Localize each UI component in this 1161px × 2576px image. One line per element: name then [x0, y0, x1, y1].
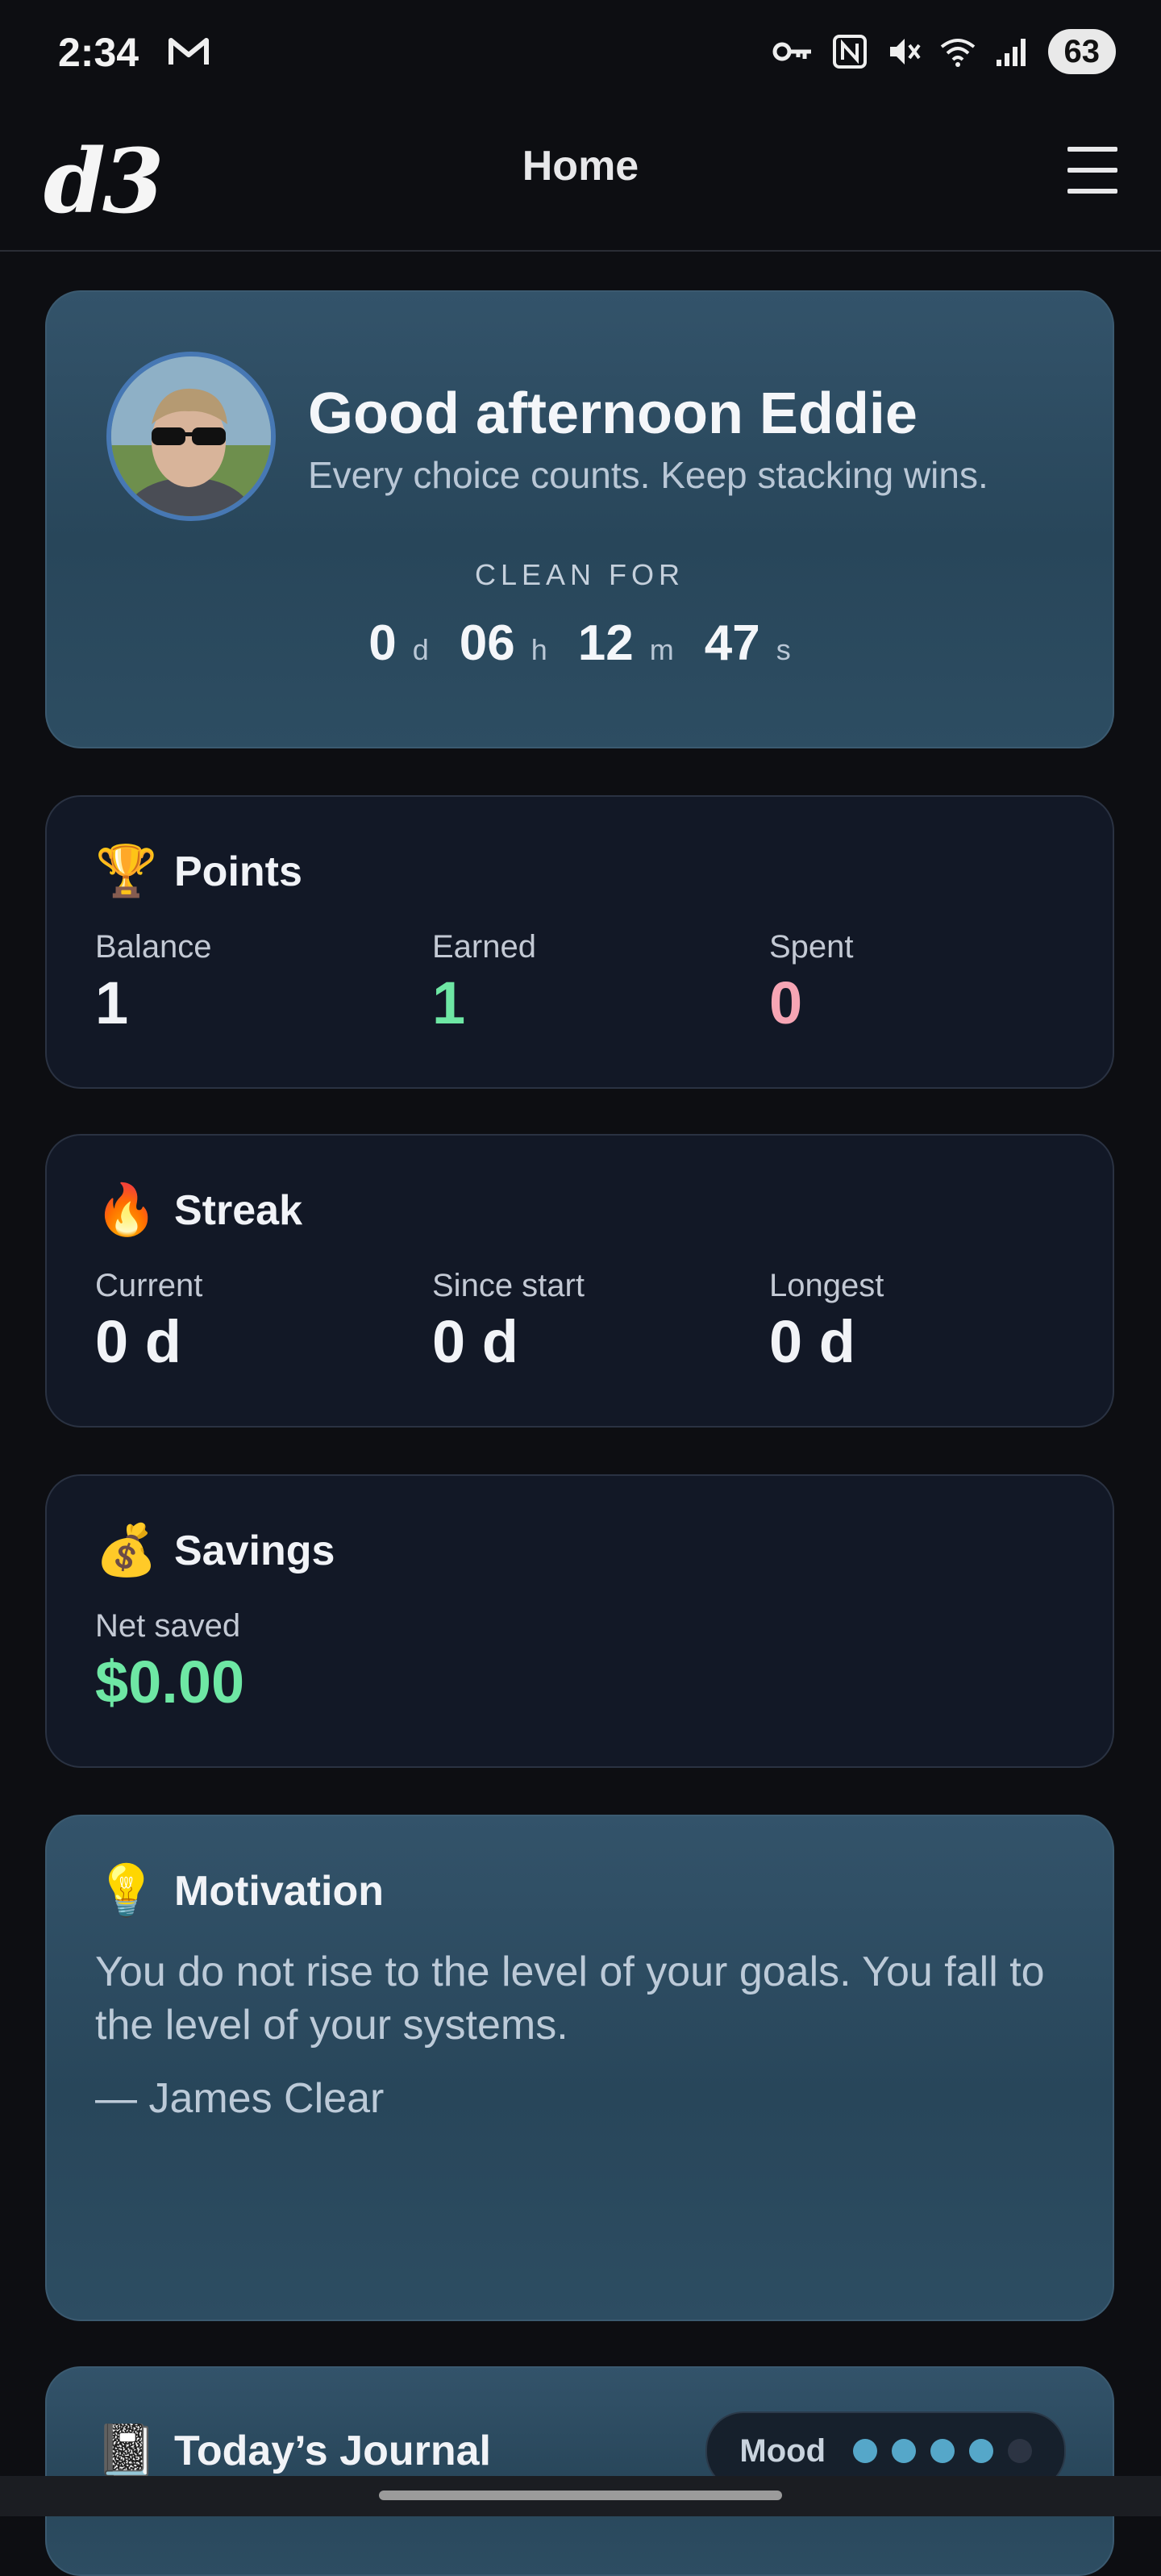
timer-hours-unit: h	[531, 633, 547, 666]
net-saved-label: Net saved	[95, 1608, 241, 1644]
home-indicator[interactable]	[379, 2491, 782, 2500]
mood-dot[interactable]	[969, 2439, 993, 2463]
timer-seconds-unit: s	[776, 633, 791, 666]
hamburger-menu-icon[interactable]	[1067, 147, 1117, 195]
key-icon	[772, 42, 811, 61]
timer-minutes: 12	[577, 615, 634, 671]
points-title: Points	[174, 848, 302, 895]
timer-minutes-unit: m	[649, 633, 674, 666]
greeting-card: Good afternoon Eddie Every choice counts…	[45, 290, 1114, 748]
current-value: 0 d	[95, 1308, 181, 1375]
status-time: 2:34	[58, 30, 139, 75]
avatar[interactable]	[106, 352, 276, 521]
mute-icon	[889, 39, 921, 65]
streak-title: Streak	[174, 1186, 302, 1234]
journal-card[interactable]: 📓 Today’s Journal Mood	[45, 2366, 1114, 2576]
system-nav-bar	[0, 2476, 1161, 2516]
current-label: Current	[95, 1268, 203, 1303]
mood-dot[interactable]	[930, 2439, 955, 2463]
clean-timer: 0 d 06 h 12 m 47 s	[47, 615, 1113, 672]
longest-label: Longest	[769, 1268, 884, 1303]
since-start-label: Since start	[432, 1268, 585, 1303]
earned-label: Earned	[432, 929, 536, 965]
savings-net: Net saved $0.00	[95, 1608, 244, 1716]
points-spent: Spent 0	[769, 929, 854, 1037]
profile-photo	[111, 356, 271, 516]
savings-card[interactable]: 💰 Savings Net saved $0.00	[45, 1474, 1114, 1768]
streak-current: Current 0 d	[95, 1268, 202, 1376]
motivation-card: 💡 Motivation You do not rise to the leve…	[45, 1815, 1114, 2321]
nfc-icon	[832, 35, 867, 69]
timer-days: 0	[368, 615, 397, 671]
notebook-icon: 📓	[95, 2423, 158, 2478]
greeting-text: Good afternoon Eddie	[308, 381, 918, 446]
spent-value: 0	[769, 969, 803, 1036]
trophy-icon: 🏆	[95, 844, 158, 899]
timer-days-unit: d	[412, 633, 429, 666]
points-card[interactable]: 🏆 Points Balance 1 Earned 1 Spent 0	[45, 795, 1114, 1089]
streak-longest: Longest 0 d	[769, 1268, 884, 1376]
timer-hours: 06	[459, 615, 515, 671]
net-saved-value: $0.00	[95, 1649, 245, 1715]
motivation-quote: You do not rise to the level of your goa…	[95, 1949, 1045, 2049]
app-bar: d3 Home	[0, 105, 1161, 252]
lightbulb-icon: 💡	[95, 1863, 158, 1919]
motivation-author: — James Clear	[95, 2075, 385, 2122]
status-bar: 2:34 63	[0, 0, 1161, 105]
balance-label: Balance	[95, 929, 212, 965]
mood-dot[interactable]	[892, 2439, 916, 2463]
signal-icon	[996, 39, 1026, 66]
motivation-title: Motivation	[174, 1867, 384, 1915]
mood-label: Mood	[739, 2432, 826, 2469]
mood-dot[interactable]	[853, 2439, 877, 2463]
wifi-icon	[940, 39, 975, 67]
battery-indicator: 63	[1047, 29, 1116, 74]
money-bag-icon: 💰	[95, 1523, 158, 1578]
points-earned: Earned 1	[432, 929, 536, 1037]
earned-value: 1	[432, 969, 466, 1036]
mood-dot[interactable]	[1008, 2439, 1032, 2463]
clean-for-label: CLEAN FOR	[474, 558, 685, 591]
points-balance: Balance 1	[95, 929, 212, 1037]
spent-label: Spent	[769, 929, 854, 965]
longest-value: 0 d	[769, 1308, 855, 1375]
savings-title: Savings	[174, 1527, 335, 1574]
since-start-value: 0 d	[432, 1308, 518, 1375]
fire-icon: 🔥	[95, 1182, 158, 1238]
timer-seconds: 47	[704, 615, 760, 671]
greeting-subtitle: Every choice counts. Keep stacking wins.	[308, 454, 988, 496]
streak-since-start: Since start 0 d	[432, 1268, 585, 1376]
mail-icon	[169, 38, 209, 65]
page-title: Home	[522, 143, 639, 190]
balance-value: 1	[95, 969, 129, 1036]
streak-card[interactable]: 🔥 Streak Current 0 d Since start 0 d Lon…	[45, 1134, 1114, 1428]
journal-title: Today’s Journal	[174, 2427, 491, 2474]
